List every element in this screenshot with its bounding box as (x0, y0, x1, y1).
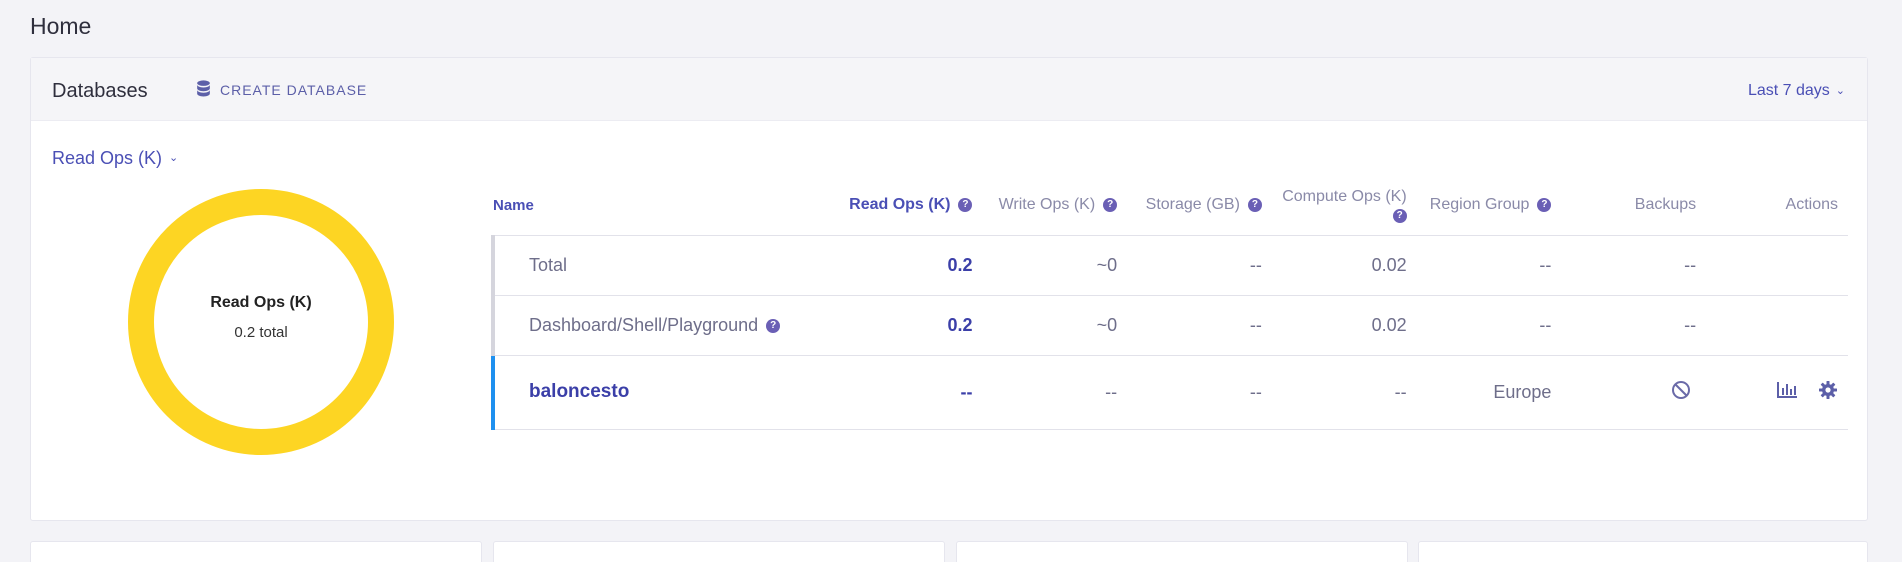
row-region-group: Europe (1406, 355, 1552, 430)
database-icon (197, 80, 210, 97)
databases-card: Databases CREATE DATABASE Last 7 days ⌄ … (30, 57, 1868, 521)
donut-title: Read Ops (K) (210, 294, 312, 311)
row-compute-ops: -- (1261, 355, 1407, 430)
help-icon[interactable]: ? (958, 198, 973, 213)
row-write-ops: ~0 (972, 295, 1118, 356)
card-title: Databases (52, 80, 148, 102)
card-header: Databases CREATE DATABASE Last 7 days ⌄ (31, 58, 1867, 121)
metric-dropdown[interactable]: Read Ops (K) ⌄ (52, 148, 178, 169)
table-row-database[interactable]: baloncesto -- -- -- -- Europe (491, 355, 1848, 430)
donut-center-label: Read Ops (K) 0.2 total (128, 294, 394, 341)
time-range-label: Last 7 days (1747, 82, 1830, 99)
header-compute-ops[interactable]: Compute Ops (K)? (1261, 176, 1407, 236)
help-icon[interactable]: ? (1247, 198, 1262, 213)
row-region-group: -- (1406, 235, 1552, 296)
row-name: Total (491, 235, 828, 296)
table-row-dashboard: Dashboard/Shell/Playground? 0.2 ~0 -- 0.… (491, 295, 1848, 356)
row-backups (1551, 355, 1697, 430)
row-name: Dashboard/Shell/Playground (529, 314, 759, 335)
help-icon[interactable]: ? (1103, 198, 1118, 213)
create-database-label: CREATE DATABASE (220, 81, 368, 98)
page-title: Home (30, 13, 92, 39)
row-read-ops: -- (827, 355, 973, 430)
bottom-card-4 (1418, 541, 1868, 562)
bottom-card-2 (493, 541, 945, 562)
row-name-cell: Dashboard/Shell/Playground? (491, 295, 828, 356)
help-icon[interactable]: ? (1537, 198, 1552, 213)
chevron-down-icon: ⌄ (1835, 84, 1845, 97)
chevron-down-icon: ⌄ (169, 152, 179, 164)
row-actions (1696, 355, 1848, 430)
create-database-button[interactable]: CREATE DATABASE (196, 80, 367, 99)
bottom-card-1 (30, 541, 482, 562)
table-header-row: Name Read Ops (K)? Write Ops (K)? Storag… (493, 176, 1848, 236)
header-region-group[interactable]: Region Group? (1406, 176, 1552, 236)
row-write-ops: ~0 (972, 235, 1118, 296)
row-backups: -- (1551, 295, 1697, 356)
help-icon[interactable]: ? (1392, 208, 1407, 223)
row-actions (1696, 295, 1848, 356)
row-compute-ops: 0.02 (1261, 295, 1407, 356)
backups-disabled-icon[interactable] (1671, 380, 1691, 400)
donut-subtitle: 0.2 total (234, 324, 288, 341)
help-icon[interactable]: ? (766, 318, 781, 333)
row-storage: -- (1117, 355, 1262, 430)
table-row-total: Total 0.2 ~0 -- 0.02 -- -- (491, 235, 1848, 296)
time-range-dropdown[interactable]: Last 7 days ⌄ (1748, 82, 1845, 100)
header-read-ops[interactable]: Read Ops (K)? (827, 176, 973, 236)
gear-icon[interactable] (1818, 380, 1838, 400)
bottom-card-3 (956, 541, 1408, 562)
row-storage: -- (1117, 295, 1262, 356)
header-actions: Actions (1696, 176, 1848, 236)
row-storage: -- (1117, 235, 1262, 296)
metric-dropdown-label: Read Ops (K) (52, 148, 163, 168)
chart-icon[interactable] (1776, 380, 1798, 400)
row-write-ops: -- (972, 355, 1118, 430)
row-name-cell: baloncesto (491, 355, 828, 430)
header-write-ops[interactable]: Write Ops (K)? (972, 176, 1118, 236)
header-name[interactable]: Name (493, 176, 828, 236)
row-compute-ops: 0.02 (1261, 235, 1407, 296)
row-read-ops: 0.2 (827, 235, 973, 296)
row-region-group: -- (1406, 295, 1552, 356)
header-backups: Backups (1551, 176, 1697, 236)
databases-table: Name Read Ops (K)? Write Ops (K)? Storag… (491, 176, 1848, 430)
database-link[interactable]: baloncesto (529, 381, 629, 402)
row-backups: -- (1551, 235, 1697, 296)
header-storage[interactable]: Storage (GB)? (1117, 176, 1262, 236)
row-read-ops: 0.2 (827, 295, 973, 356)
row-actions (1696, 235, 1848, 296)
